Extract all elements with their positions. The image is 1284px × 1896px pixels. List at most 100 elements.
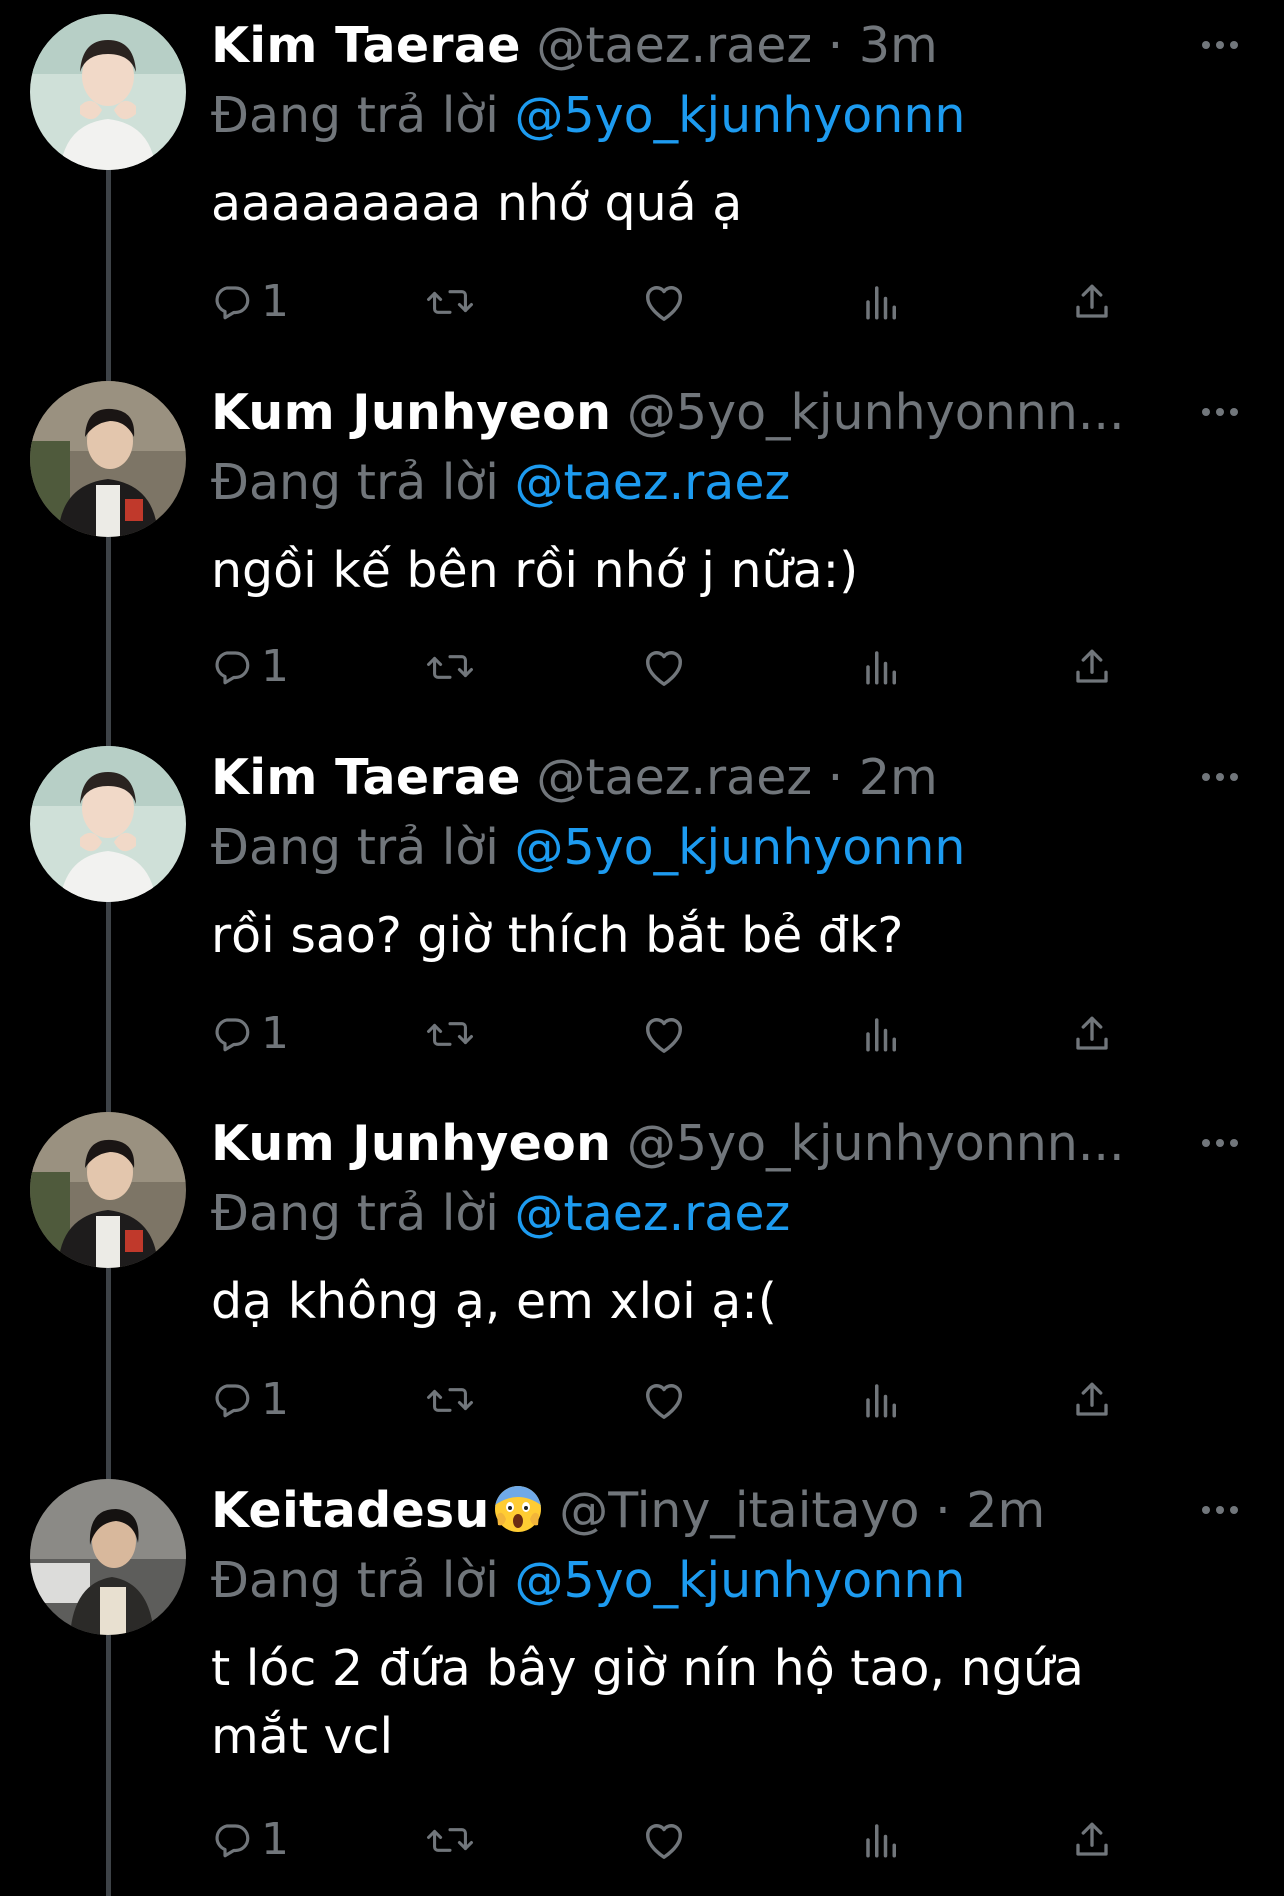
user-handle[interactable]: @5yo_kjunhyonnn... [627,384,1125,441]
kum-junhyeon-avatar [30,381,186,537]
reply-button[interactable]: 1 [211,637,289,697]
reply-count: 1 [261,276,289,327]
more-dots-icon [1202,1506,1238,1514]
heart-icon [646,286,682,321]
thread-connector-line [106,1465,111,1479]
mention-link[interactable]: @5yo_kjunhyonnn [514,819,965,876]
more-options-button[interactable] [1196,397,1244,427]
tweet-header: Kim Taerae @taez.raez · 3m [211,14,1174,78]
heart-icon [646,651,682,686]
replying-to-label: Đang trả lời [211,454,499,511]
like-button[interactable] [641,1810,687,1870]
more-dots-icon [1202,41,1238,49]
heart-icon [646,1018,682,1053]
views-bar-chart-icon [866,651,896,685]
kim-taerae-avatar [30,746,186,902]
views-button[interactable] [861,1810,903,1870]
more-options-button[interactable] [1196,30,1244,60]
thread-connector-line [106,537,111,735]
action-bar: 1 [211,1370,1141,1430]
retweet-icon [427,655,473,679]
replying-to: Đang trả lời @5yo_kjunhyonnn [211,84,965,148]
action-bar: 1 [211,272,1141,332]
like-button[interactable] [641,637,687,697]
avatar[interactable] [30,746,186,902]
replying-to: Đang trả lời @5yo_kjunhyonnn [211,1549,965,1613]
thread-connector-line [106,1635,111,1896]
reply-bubble-icon [215,1384,250,1418]
mention-link[interactable]: @5yo_kjunhyonnn [514,87,965,144]
tweet-header: Keitadesu @Tiny_itaitayo · 2m [211,1479,1174,1543]
heart-icon [646,1384,682,1419]
retweet-button[interactable] [426,1810,474,1870]
share-button[interactable] [1071,1810,1113,1870]
more-dots-icon [1202,1139,1238,1147]
avatar[interactable] [30,381,186,537]
timestamp[interactable]: 2m [859,749,938,806]
avatar[interactable] [30,1479,186,1635]
user-handle[interactable]: @taez.raez [536,17,812,74]
user-handle[interactable]: @5yo_kjunhyonnn... [627,1115,1125,1172]
mention-link[interactable]: @taez.raez [514,454,790,511]
avatar[interactable] [30,14,186,170]
like-button[interactable] [641,1370,687,1430]
more-options-button[interactable] [1196,1128,1244,1158]
tweet[interactable]: Keitadesu @Tiny_itaitayo · 2m Đang trả l… [0,1465,1284,1896]
share-button[interactable] [1071,1370,1113,1430]
share-button[interactable] [1071,637,1113,697]
user-handle[interactable]: @Tiny_itaitayo [559,1482,919,1539]
views-button[interactable] [861,1370,903,1430]
views-button[interactable] [861,272,903,332]
action-bar: 1 [211,1004,1141,1064]
display-name[interactable]: Kim Taerae [211,749,521,806]
retweet-icon [427,1388,473,1412]
tweet[interactable]: Kim Taerae @taez.raez · 3m Đang trả lời … [0,0,1284,370]
thread-connector-line [106,1098,111,1112]
tweet-header: Kum Junhyeon @5yo_kjunhyonnn... [211,381,1174,445]
mention-link[interactable]: @taez.raez [514,1185,790,1242]
reply-button[interactable]: 1 [211,1810,289,1870]
views-bar-chart-icon [866,1384,896,1418]
tweet-text-line: mắt vcl [211,1708,394,1765]
more-options-button[interactable] [1196,762,1244,792]
tweet[interactable]: Kum Junhyeon @5yo_kjunhyonnn... Đang trả… [0,367,1284,735]
avatar[interactable] [30,1112,186,1268]
retweet-button[interactable] [426,272,474,332]
views-button[interactable] [861,1004,903,1064]
reply-button[interactable]: 1 [211,272,289,332]
tweet-text-line: t lóc 2 đứa bây giờ nín hộ tao, ngứa [211,1640,1084,1697]
reply-button[interactable]: 1 [211,1004,289,1064]
display-name[interactable]: Keitadesu [211,1482,490,1539]
share-button[interactable] [1071,1004,1113,1064]
like-button[interactable] [641,1004,687,1064]
views-button[interactable] [861,637,903,697]
keitadesu-avatar [30,1479,186,1635]
tweet-text: dạ không ạ, em xloi ạ:( [211,1273,777,1330]
display-name[interactable]: Kum Junhyeon [211,1115,611,1172]
retweet-button[interactable] [426,1004,474,1064]
like-button[interactable] [641,272,687,332]
timestamp[interactable]: 3m [859,17,938,74]
tweet[interactable]: Kum Junhyeon @5yo_kjunhyonnn... Đang trả… [0,1098,1284,1468]
reply-count: 1 [261,1374,289,1425]
tweet[interactable]: Kim Taerae @taez.raez · 2m Đang trả lời … [0,732,1284,1101]
retweet-button[interactable] [426,637,474,697]
action-bar: 1 [211,637,1141,697]
thread-connector-line [106,367,111,381]
more-options-button[interactable] [1196,1495,1244,1525]
replying-to-label: Đang trả lời [211,87,499,144]
replying-to: Đang trả lời @5yo_kjunhyonnn [211,816,965,880]
replying-to-label: Đang trả lời [211,1552,499,1609]
retweet-button[interactable] [426,1370,474,1430]
share-button[interactable] [1071,272,1113,332]
mention-link[interactable]: @5yo_kjunhyonnn [514,1552,965,1609]
tweet-header: Kim Taerae @taez.raez · 2m [211,746,1174,810]
timestamp[interactable]: 2m [966,1482,1045,1539]
reply-button[interactable]: 1 [211,1370,289,1430]
reply-count: 1 [261,1814,289,1865]
display-name[interactable]: Kum Junhyeon [211,384,611,441]
reply-bubble-icon [215,1018,250,1052]
user-handle[interactable]: @taez.raez [536,749,812,806]
reply-count: 1 [261,1008,289,1059]
display-name[interactable]: Kim Taerae [211,17,521,74]
